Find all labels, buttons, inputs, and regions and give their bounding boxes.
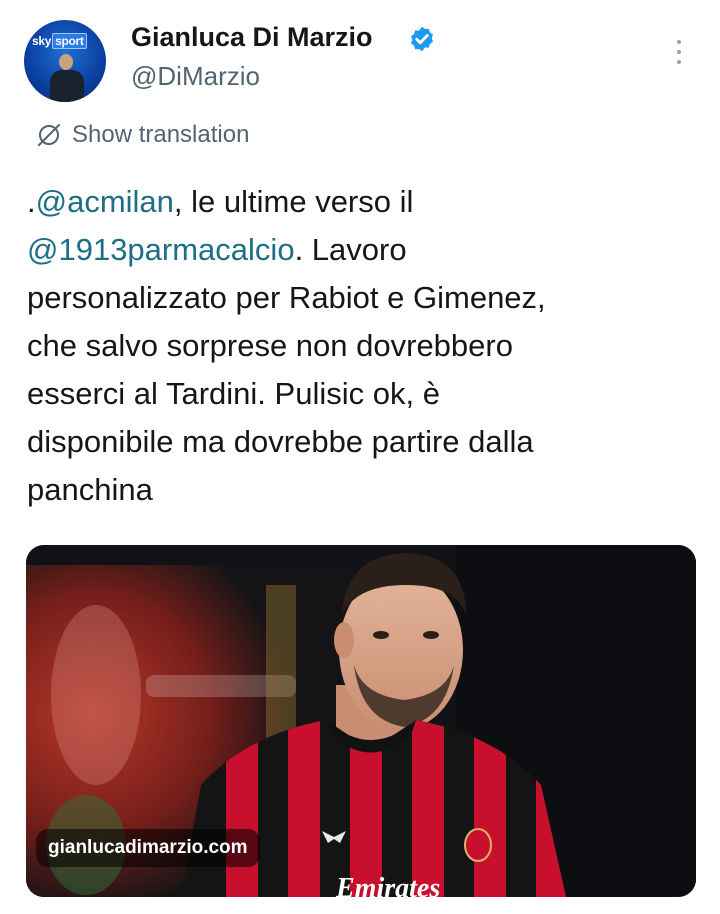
avatar-person-head xyxy=(59,54,73,70)
show-translation-link[interactable]: Show translation xyxy=(72,121,249,149)
mention-link-parmacalcio[interactable]: @1913parmacalcio xyxy=(27,232,295,267)
avatar[interactable]: sky sport xyxy=(24,20,106,102)
text-segment: . Lavoro xyxy=(294,232,407,267)
text-segment: . xyxy=(27,184,36,219)
tweet-line: disponibile ma dovrebbe partire dalla xyxy=(27,424,534,459)
tweet-line: panchina xyxy=(27,472,153,507)
avatar-logo: sky sport xyxy=(32,33,87,49)
shirt-sponsor-text: Emirates xyxy=(335,873,440,897)
tweet-line: personalizzato per Rabiot e Gimenez, xyxy=(27,280,546,315)
text-segment: , le ultime verso il xyxy=(173,184,414,219)
tweet-line: .@acmilan, le ultime verso il xyxy=(27,178,687,226)
mention-link-acmilan[interactable]: @acmilan xyxy=(36,184,174,219)
verified-badge-icon xyxy=(411,26,433,52)
avatar-person-body xyxy=(50,70,84,102)
tweet-line: che salvo sorprese non dovrebbero xyxy=(27,328,513,363)
tweet-text: .@acmilan, le ultime verso il @1913parma… xyxy=(27,178,687,514)
tweet-media-image[interactable]: Emirates gianlucadimarzio.com xyxy=(26,545,696,897)
more-vertical-icon[interactable] xyxy=(670,38,688,66)
author-name[interactable]: Gianluca Di Marzio xyxy=(131,22,373,53)
author-handle[interactable]: @DiMarzio xyxy=(131,61,260,92)
tweet-line: esserci al Tardini. Pulisic ok, è xyxy=(27,376,440,411)
tweet-card: sky sport Gianluca Di Marzio @DiMarzio Sh… xyxy=(0,0,720,914)
media-watermark: gianlucadimarzio.com xyxy=(36,829,260,867)
tweet-line: @1913parmacalcio. Lavoro xyxy=(27,226,687,274)
globe-translate-icon[interactable] xyxy=(35,121,63,149)
